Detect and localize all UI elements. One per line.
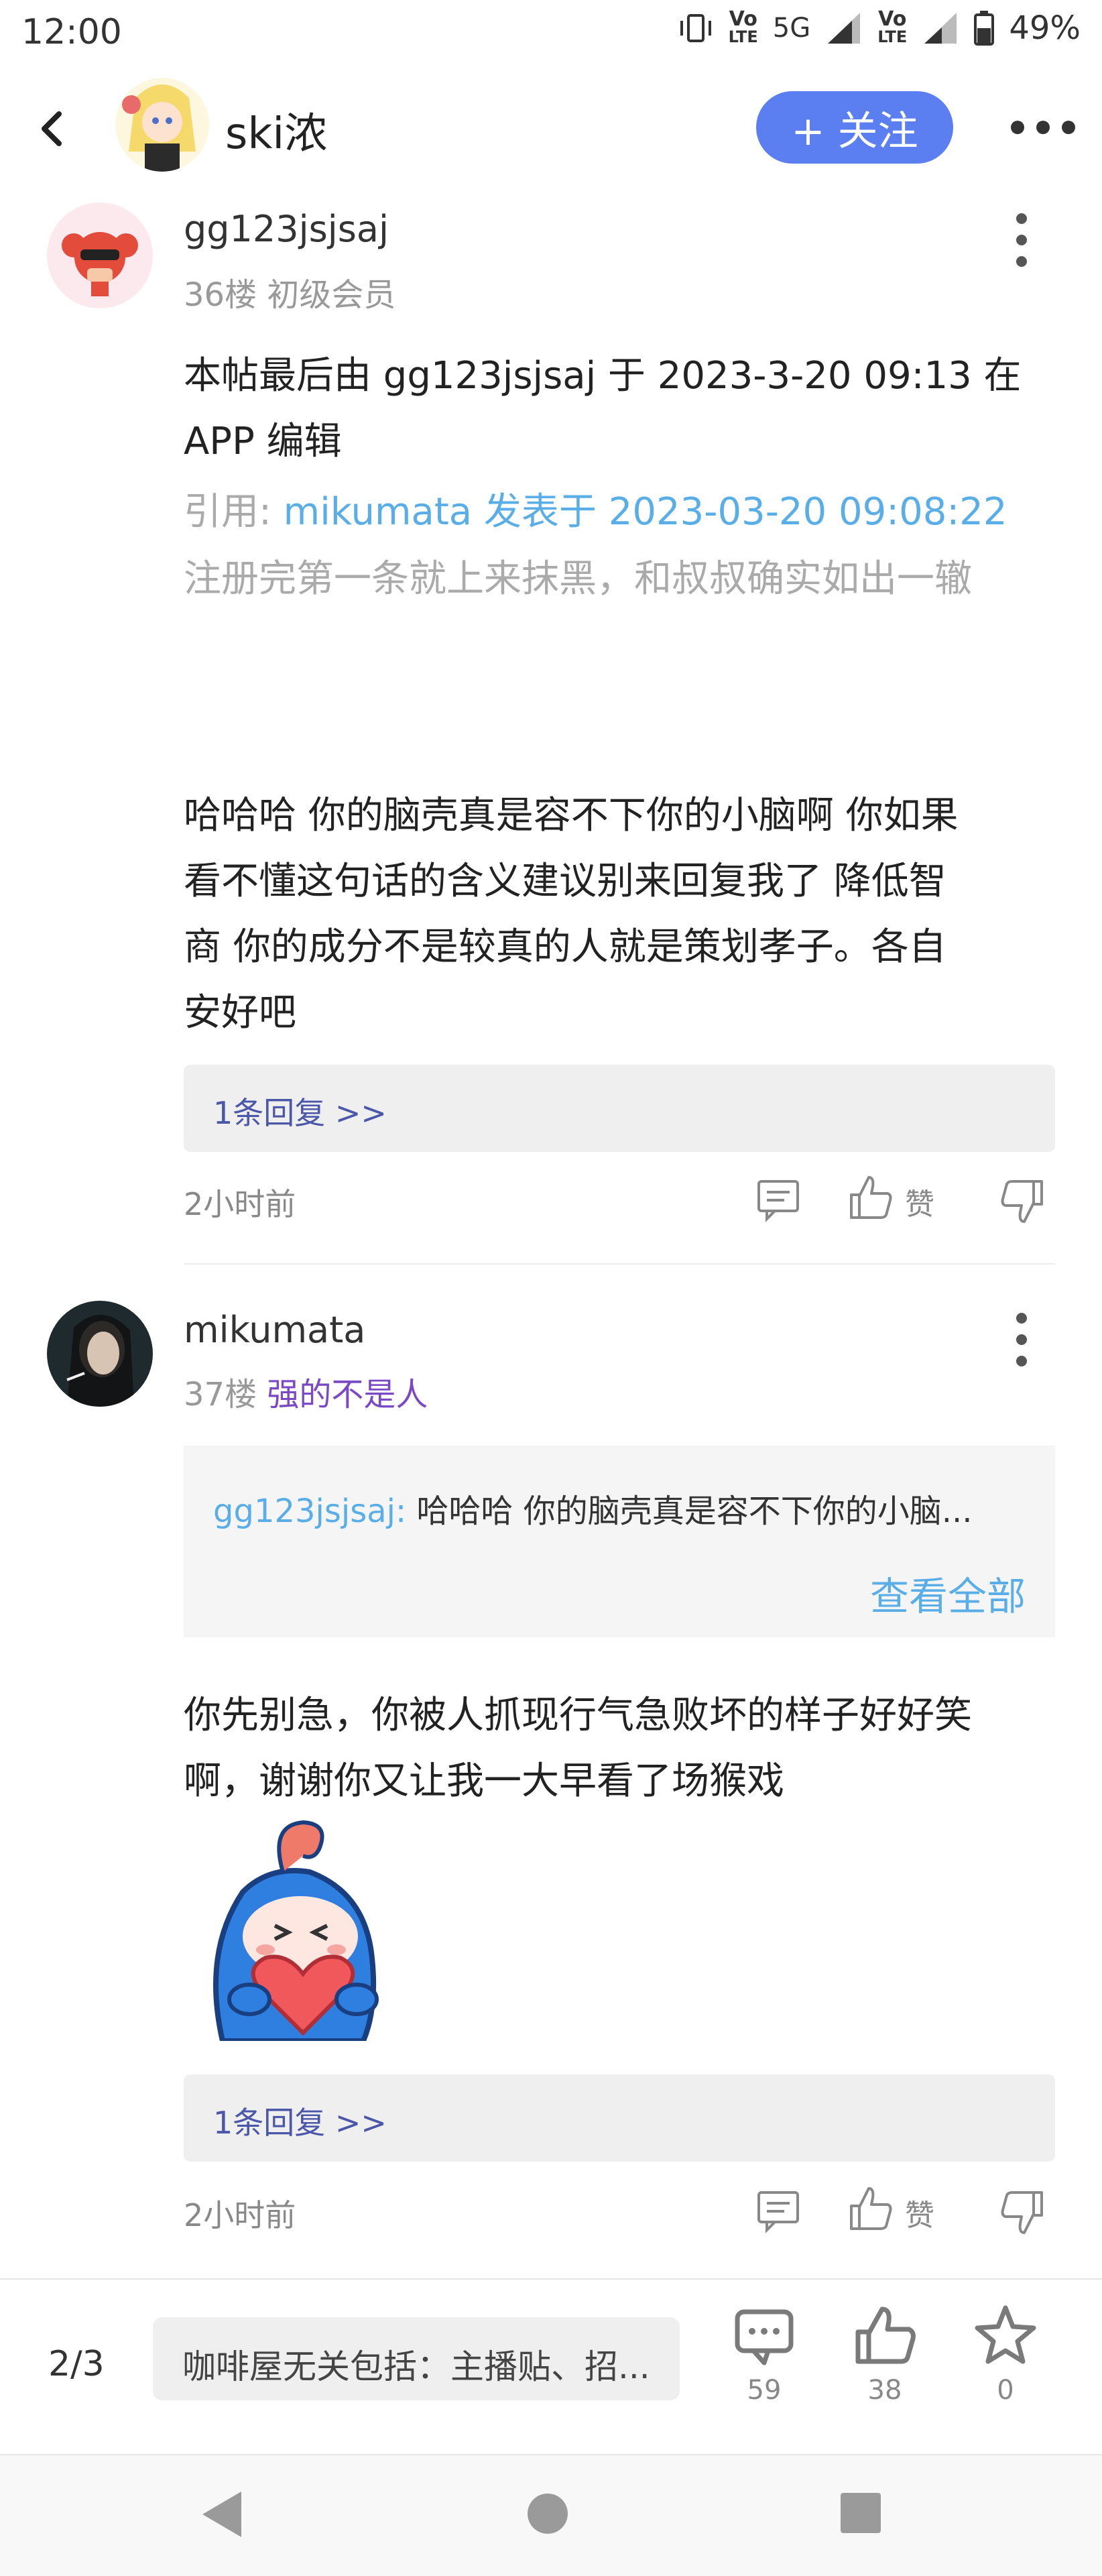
reply-body: 你先别急，你被人抓现行气急败坏的样子好好笑 啊，谢谢你又让我一大早看了场猴戏 <box>184 1694 972 1803</box>
comment-icon[interactable] <box>755 1176 803 1224</box>
floor-number: 36楼 <box>184 276 257 314</box>
post-time: 2小时前 <box>184 2197 296 2233</box>
thumbs-up-icon[interactable] <box>851 2304 918 2364</box>
like-label[interactable]: 赞 <box>905 2191 934 2234</box>
chevron-left-icon <box>42 111 62 146</box>
comment-icon[interactable] <box>731 2306 798 2367</box>
thread-header: ski浓 + 关注 <box>0 67 1102 188</box>
comment-icon[interactable] <box>755 2187 803 2235</box>
system-nav-bar <box>0 2454 1102 2576</box>
post-time: 2小时前 <box>184 1186 296 1222</box>
back-button[interactable] <box>32 102 72 156</box>
like-label[interactable]: 赞 <box>905 1180 934 1223</box>
member-title: 初级会员 <box>267 276 396 314</box>
post-meta: 37楼 强的不是人 <box>184 1368 428 1415</box>
thumbs-down-icon[interactable] <box>999 1177 1047 1226</box>
post-divider <box>184 1263 1055 1265</box>
replies-link[interactable]: 1条回复 >> <box>184 2074 1055 2162</box>
signal-icon-2 <box>924 13 957 44</box>
favorite-count: 0 <box>997 2375 1014 2406</box>
quoted-text: 哈哈哈 你的脑壳真是容不下你的小脑... <box>406 1492 973 1530</box>
thumbs-down-icon[interactable] <box>999 2188 1047 2237</box>
back-nav-icon[interactable] <box>200 2489 245 2540</box>
follow-button[interactable]: + 关注 <box>756 91 953 164</box>
status-icons: Vo LTE 5G Vo LTE 49% <box>678 9 1081 47</box>
post-username[interactable]: gg123jsjsaj <box>184 208 389 250</box>
post-avatar-mikumata[interactable] <box>47 1301 153 1407</box>
quoted-user[interactable]: gg123jsjsaj: <box>213 1492 406 1530</box>
like-count: 38 <box>867 2375 902 2406</box>
status-bar: 12:00 Vo LTE 5G Vo LTE 49% <box>0 0 1102 67</box>
sticker-image <box>213 1820 379 2041</box>
floor-number: 37楼 <box>184 1376 257 1413</box>
edit-note-line-2: APP 编辑 <box>184 420 342 463</box>
volte-icon-1: Vo LTE <box>728 7 758 46</box>
quote-text: 注册完第一条就上来抹黑，和叔叔确实如出一辙 <box>184 557 972 601</box>
battery-percent: 49% <box>1009 9 1081 47</box>
replies-link[interactable]: 1条回复 >> <box>184 1065 1055 1152</box>
member-title: 强的不是人 <box>267 1376 428 1413</box>
author-name[interactable]: ski浓 <box>225 99 327 161</box>
more-vertical-icon[interactable] <box>1015 213 1028 267</box>
view-all-link[interactable]: 查看全部 <box>870 1565 1026 1621</box>
thumbs-up-icon[interactable] <box>846 2184 894 2233</box>
page-indicator[interactable]: 2/3 <box>48 2344 105 2384</box>
battery-icon <box>974 11 995 46</box>
thread-bottom-bar: 2/3 咖啡屋无关包括：主播贴、招... 59 38 0 <box>0 2278 1102 2454</box>
more-vertical-icon[interactable] <box>1015 1313 1028 1366</box>
reply-body: 哈哈哈 你的脑壳真是容不下你的小脑啊 你如果 看不懂这句话的含义建议别来回复我了… <box>184 794 959 1035</box>
author-avatar[interactable] <box>115 78 209 172</box>
post-username[interactable]: mikumata <box>184 1309 365 1351</box>
post-body: 本帖最后由 gg123jsjsaj 于 2023-3-20 09:13 在 AP… <box>184 343 1048 475</box>
thumbs-up-icon[interactable] <box>846 1173 894 1222</box>
star-icon[interactable] <box>972 2304 1039 2364</box>
network-type: 5G <box>772 13 811 44</box>
thread-title-field[interactable]: 咖啡屋无关包括：主播贴、招... <box>153 2317 680 2400</box>
comment-count: 59 <box>747 2375 782 2406</box>
signal-icon-1 <box>828 13 861 44</box>
post-avatar-gg123[interactable] <box>47 202 153 308</box>
recents-nav-icon[interactable] <box>839 2492 882 2534</box>
volte-icon-2: Vo LTE <box>877 7 908 46</box>
quote-header: 引用: mikumata 发表于 2023-03-20 09:08:22 <box>184 490 1007 534</box>
more-horizontal-icon[interactable] <box>1011 111 1075 143</box>
status-time: 12:00 <box>21 12 122 52</box>
edit-note-line-1: 本帖最后由 gg123jsjsaj 于 2023-3-20 09:13 在 <box>184 354 1022 398</box>
vibrate-icon <box>680 14 711 42</box>
quote-source-link[interactable]: mikumata 发表于 2023-03-20 09:08:22 <box>284 490 1007 534</box>
home-nav-icon[interactable] <box>526 2492 570 2536</box>
quoted-reply: gg123jsjsaj: 哈哈哈 你的脑壳真是容不下你的小脑... 查看全部 <box>184 1446 1055 1637</box>
post-meta: 36楼 初级会员 <box>184 268 395 315</box>
